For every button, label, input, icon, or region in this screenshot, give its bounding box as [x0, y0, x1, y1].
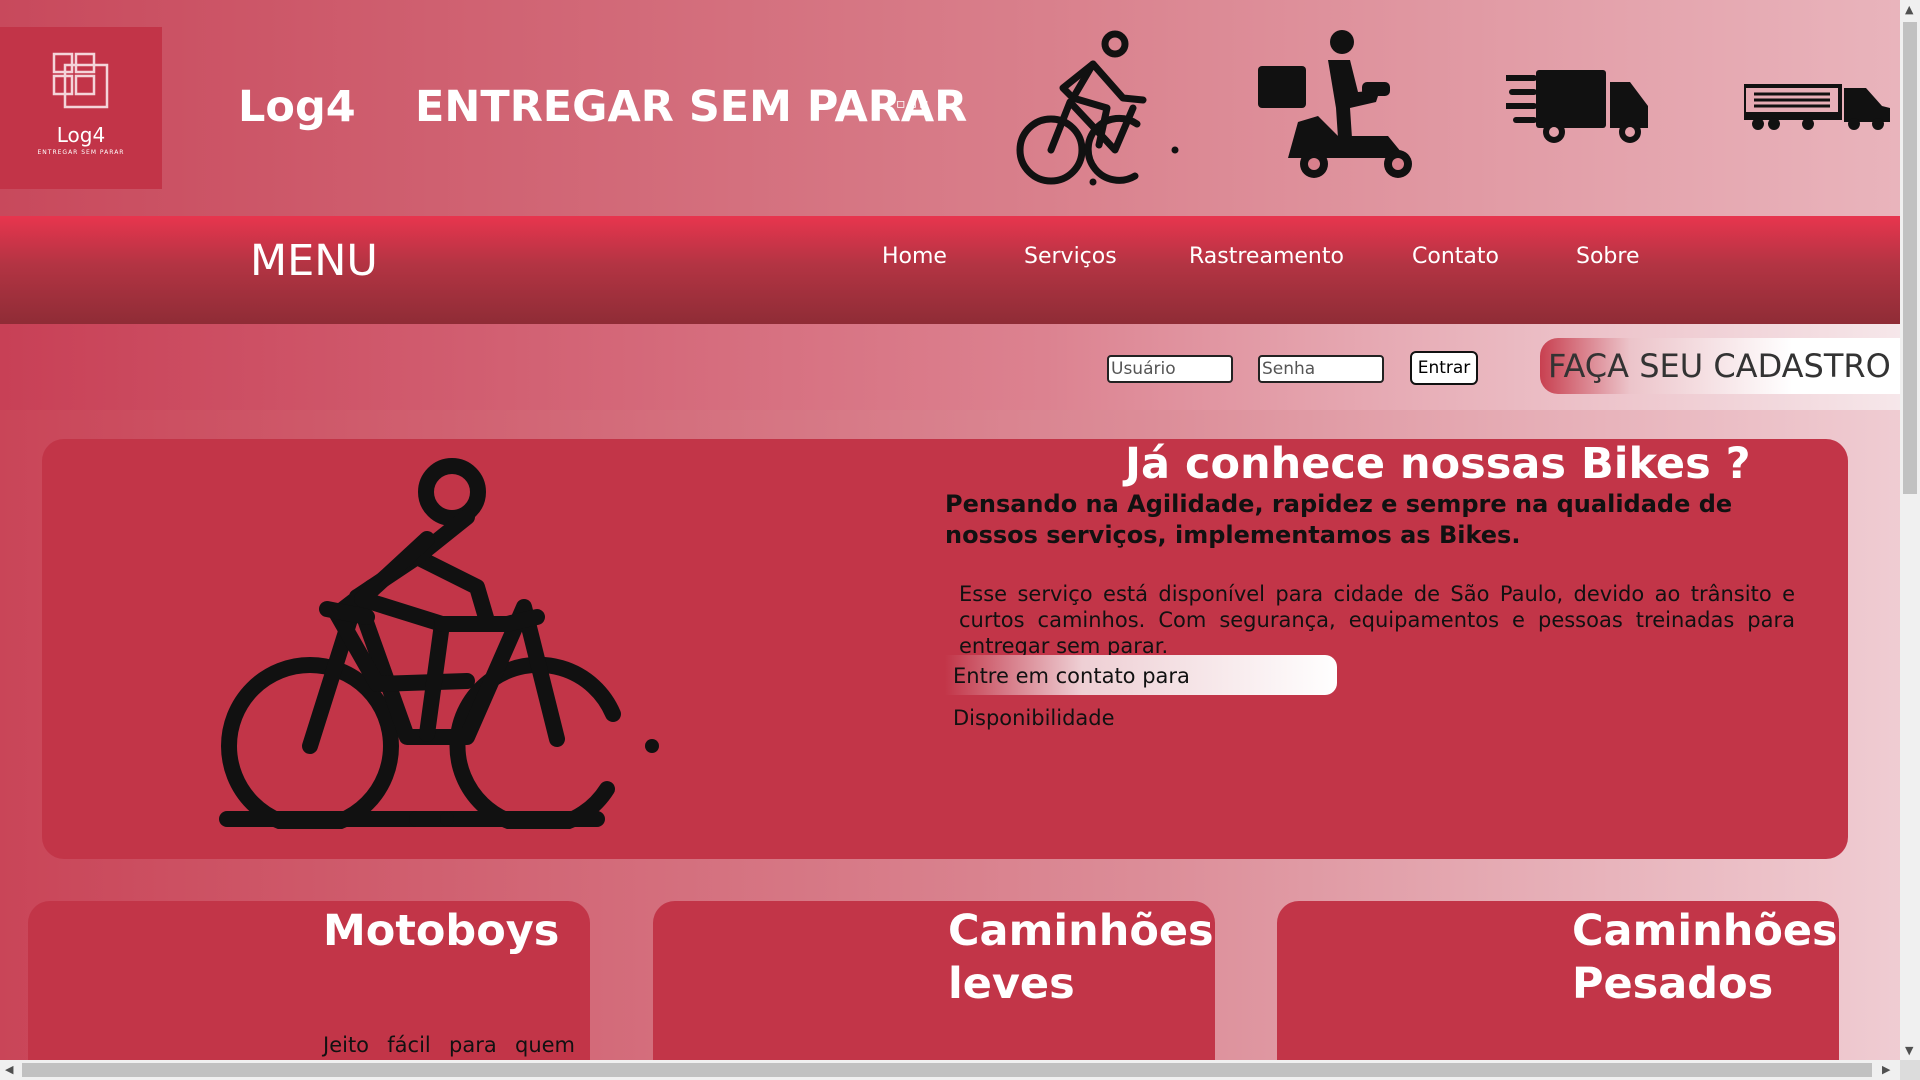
service-title: Motoboys	[323, 906, 560, 956]
nav-link-rastreamento[interactable]: Rastreamento	[1189, 244, 1344, 269]
logo-grid-icon	[52, 52, 109, 109]
scroll-down-icon[interactable]: ▼	[1905, 1044, 1913, 1057]
logo-name: Log4	[56, 123, 106, 147]
scooter-delivery-icon	[1258, 30, 1412, 178]
scrollbar-corner	[1900, 1060, 1920, 1080]
slogan-dots: ▫▫▫	[896, 96, 931, 112]
vertical-scrollbar[interactable]: ▲ ▼	[1900, 0, 1920, 1060]
login-button[interactable]: Entrar	[1410, 351, 1478, 385]
signup-button[interactable]: FAÇA SEU CADASTRO	[1540, 338, 1900, 394]
username-input[interactable]	[1107, 355, 1233, 383]
menu-title: MENU	[250, 236, 378, 286]
nav-link-sobre[interactable]: Sobre	[1576, 244, 1640, 269]
login-bar: Entrar FAÇA SEU CADASTRO	[0, 324, 1900, 410]
nav-link-contato[interactable]: Contato	[1412, 244, 1499, 269]
bicycle-illustration-icon	[219, 458, 659, 829]
vertical-scroll-thumb[interactable]	[1903, 22, 1917, 494]
nav-link-servicos[interactable]: Serviços	[1024, 244, 1117, 269]
scroll-right-icon[interactable]: ▶	[1882, 1063, 1890, 1076]
password-input[interactable]	[1258, 355, 1384, 383]
service-text: Jeito fácil para quem	[323, 1033, 575, 1057]
contact-availability-button[interactable]: Entre em contato para Disponibilidade	[945, 655, 1337, 730]
service-title: Caminhões leves	[948, 906, 1214, 1009]
service-card-motoboys: Motoboys Jeito fácil para quem	[28, 901, 590, 1060]
bikes-description: Esse serviço está disponível para cidade…	[959, 582, 1795, 658]
horizontal-scroll-thumb[interactable]	[22, 1063, 1872, 1077]
slogan: ENTREGAR SEM PARAR	[415, 82, 968, 132]
service-card-caminhoes-leves: Caminhões leves	[653, 901, 1215, 1060]
horizontal-scrollbar[interactable]: ◀ ▶	[0, 1060, 1900, 1080]
nav-link-home[interactable]: Home	[882, 244, 947, 269]
scroll-up-icon[interactable]: ▲	[1905, 3, 1913, 16]
semi-truck-icon	[1744, 84, 1890, 130]
main-nav: MENU Home Serviços Rastreamento Contato …	[0, 216, 1900, 324]
logo[interactable]: Log4 ENTREGAR SEM PARAR	[0, 27, 162, 189]
brand-title: Log4	[238, 82, 356, 132]
bikes-section: Já conhece nossas Bikes ? Pensando na Ag…	[42, 439, 1848, 859]
logo-tagline: ENTREGAR SEM PARAR	[37, 149, 125, 156]
header: Log4 ENTREGAR SEM PARAR Log4 ENTREGAR SE…	[0, 0, 1900, 216]
bikes-title: Já conhece nossas Bikes ?	[1125, 439, 1751, 489]
fast-truck-icon	[1506, 70, 1648, 143]
service-title: Caminhões Pesados	[1572, 906, 1838, 1009]
bicycle-icon	[1016, 30, 1179, 186]
scroll-left-icon[interactable]: ◀	[5, 1063, 13, 1076]
service-card-caminhoes-pesados: Caminhões Pesados	[1277, 901, 1839, 1060]
bikes-subtitle: Pensando na Agilidade, rapidez e sempre …	[945, 490, 1733, 549]
page: Log4 ENTREGAR SEM PARAR Log4 ENTREGAR SE…	[0, 0, 1900, 1060]
